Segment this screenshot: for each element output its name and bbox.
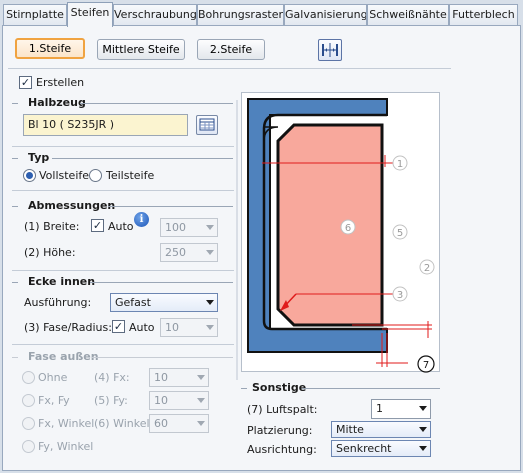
breite-label: (1) Breite: [24,220,80,233]
tab-steifen[interactable]: Steifen [67,2,113,27]
fx-winkel-radio[interactable] [22,417,35,430]
platzierung-label: Platzierung: [247,424,313,437]
halbzeug-field[interactable]: Bl 10 ( S235JR ) [23,114,188,136]
fy-winkel-label: Fy, Winkel [38,440,94,453]
ausfuehrung-select[interactable]: Gefast [110,293,218,312]
info-icon[interactable]: i [134,212,149,227]
teilsteife-label: Teilsteife [106,169,155,182]
vollsteife-label: Vollsteife [39,169,90,182]
fx-fy-label: Fx, Fy [38,394,70,407]
halbzeug-browse-button[interactable] [196,115,218,135]
fase-aussen-title: Fase außen [28,350,99,363]
fy-select[interactable]: 10 [149,391,209,410]
fase-auto-label: Auto [129,321,155,334]
stiffener-diagram: 1 2 3 5 6 7 [241,92,440,373]
winkel-select[interactable]: 60 [149,414,209,433]
ausrichtung-label: Ausrichtung: [247,443,317,456]
diagram-label-1: 1 [397,159,403,170]
tab-futterblech[interactable]: Futterblech [449,4,518,25]
tab-galvanisierung[interactable]: Galvanisierung [284,4,367,25]
fase-radius-label: (3) Fase/Radius: [24,321,112,334]
winkel-label: (6) Winkel: [94,417,154,430]
teilsteife-radio[interactable] [89,169,102,182]
tab-bohrungsraster[interactable]: Bohrungsraster [197,4,284,25]
diagram-label-6: 6 [345,223,351,234]
stiffener-preview: 1 2 3 5 6 7 [247,98,435,373]
erstellen-checkbox[interactable]: ✓ [19,76,32,89]
hoehe-label: (2) Höhe: [24,246,76,259]
column-separator [236,100,238,380]
tab-bar: Stirnplatte Steifen Verschraubung Bohrun… [0,0,523,27]
fx-select[interactable]: 10 [149,368,209,387]
ohne-label: Ohne [38,371,68,384]
fx-label: (4) Fx: [94,371,130,384]
table-icon [199,118,215,131]
fx-winkel-label: Fx, Winkel [38,417,95,430]
ausfuehrung-label: Ausführung: [24,296,92,309]
mirror-stiffeners-button[interactable] [318,39,342,61]
tab-schweissnaehte[interactable]: Schweißnähte [367,4,449,25]
fy-label: (5) Fy: [94,394,128,407]
hoehe-select[interactable]: 250 [160,243,218,262]
luftspalt-label: (7) Luftspalt: [247,403,318,416]
breite-auto-label: Auto [108,220,134,233]
abmessungen-title: Abmessungen [28,199,116,212]
mirror-icon [322,43,338,57]
breite-select[interactable]: 100 [160,218,218,237]
breite-auto-checkbox[interactable]: ✓ [91,219,104,232]
tab-verschraubung[interactable]: Verschraubung [113,4,197,25]
vollsteife-radio[interactable] [23,169,36,182]
typ-title: Typ [28,151,50,164]
platzierung-select[interactable]: Mitte [331,421,431,438]
diagram-label-7: 7 [423,360,429,371]
tab-stirnplatte[interactable]: Stirnplatte [3,4,67,25]
ausrichtung-select[interactable]: Senkrecht [331,440,431,457]
luftspalt-select[interactable]: 1 [371,399,431,419]
second-stiffener-button[interactable]: 2.Steife [197,39,265,60]
fase-radius-select[interactable]: 10 [160,318,218,337]
divider [8,68,451,69]
diagram-label-5: 5 [397,228,403,239]
first-stiffener-button[interactable]: 1.Steife [15,38,85,59]
fy-winkel-radio[interactable] [22,440,35,453]
sonstige-title: Sonstige [252,381,307,394]
fase-auto-checkbox[interactable]: ✓ [112,320,125,333]
ecke-innen-title: Ecke innen [28,275,96,288]
middle-stiffener-button[interactable]: Mittlere Steife [97,39,185,60]
diagram-label-2: 2 [424,263,430,274]
erstellen-label: Erstellen [36,76,85,89]
fx-fy-radio[interactable] [22,394,35,407]
diagram-label-3: 3 [397,290,403,301]
ohne-radio[interactable] [22,371,35,384]
halbzeug-title: Halbzeug [28,96,86,109]
